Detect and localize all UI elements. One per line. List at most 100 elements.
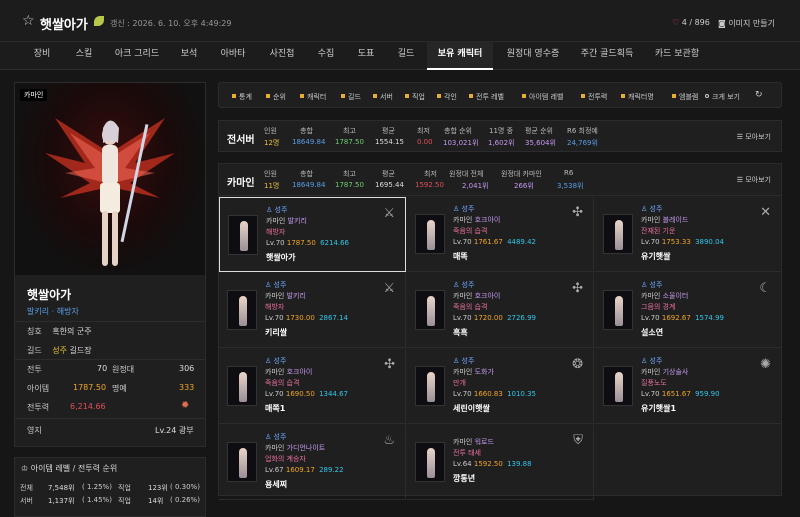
filter-character[interactable]: 캐릭터 — [300, 92, 326, 102]
card-guild-name: 성주 — [273, 433, 287, 441]
card-class: 가디언나이트 — [286, 444, 326, 452]
character-card[interactable]: ♙ 성주 카마인 도화가 만개 Lv.70 1660.83 1010.35 세린이햇쌀 ❂ — [407, 349, 594, 424]
filter-combat-level[interactable]: 전투 레벨 — [469, 92, 504, 102]
updated-timestamp[interactable]: 갱신 : 2026. 6. 10. 오후 4:49:29 — [110, 18, 232, 29]
card-server-class: 카마인 발키리 — [266, 216, 307, 226]
estate-value: Lv.24 광부 — [155, 426, 194, 435]
character-card[interactable]: ♙ 성주 카마인 발키리 해방자 Lv.70 1787.50 6214.66 햇쌀아가 ⚔ — [219, 197, 406, 272]
character-card[interactable]: 카마인 워로드 전투 태세 Lv.64 1592.50 139.88 깡통년 ⛨ — [407, 425, 594, 500]
filter-server[interactable]: 서버 — [373, 92, 393, 102]
person-icon: ♙ — [641, 281, 648, 289]
tab-chart[interactable]: 도표 — [350, 42, 382, 70]
character-thumbnail — [415, 214, 445, 254]
card-item-level: 1787.50 — [286, 239, 316, 247]
stat-max: 1787.50 — [335, 138, 364, 146]
ranking-icon: ♔ — [21, 464, 29, 473]
stat-header: R6 — [564, 169, 574, 177]
tab-avatar[interactable]: 아바타 — [213, 42, 253, 70]
tab-owned-characters[interactable]: 보유 캐릭터 — [427, 42, 493, 70]
filter-rank[interactable]: 순위 — [266, 92, 286, 102]
tab-equipment[interactable]: 장비 — [25, 42, 59, 70]
card-guild: ♙ 성주 — [641, 204, 662, 214]
card-guild-name: 성주 — [649, 357, 663, 365]
collect-view-button[interactable]: ☰ 모아보기 — [737, 132, 771, 142]
stat-header: 원정대 카마인 — [501, 170, 542, 178]
card-server-class: 카마인 호크아이 — [453, 291, 500, 301]
guild-server[interactable]: 성주 — [52, 346, 67, 355]
ranking-row: 전체 7,548위 ( 1.25%) 직업 123위 ( 0.30%) — [20, 483, 200, 493]
filter-character-name[interactable]: 캐릭터명 — [621, 92, 654, 102]
filter-guild[interactable]: 길드 — [341, 92, 361, 102]
character-class: 발키리 · 해방자 — [27, 307, 79, 316]
character-card[interactable]: ♙ 성주 카마인 호크아이 죽음의 습격 Lv.70 1761.67 4489.42 매… — [407, 197, 594, 272]
card-item-level: 1720.00 — [473, 314, 503, 322]
combat-power-icon: ✹ — [181, 400, 190, 411]
character-card[interactable]: ♙ 성주 카마인 호크아이 죽음의 습격 Lv.70 1690.50 1344.67 매… — [219, 349, 406, 424]
filter-large-view[interactable]: 크게 보기 — [705, 92, 740, 102]
character-card[interactable]: ♙ 성주 카마인 블레이드 잔재된 기운 Lv.70 1753.33 3890.04 유… — [595, 197, 782, 272]
collect-view-button[interactable]: ☰ 모아보기 — [737, 175, 771, 185]
souleater-emblem-icon: ☾ — [759, 281, 771, 296]
character-card[interactable]: ♙ 성주 카마인 가디언나이트 업화의 계승자 Lv.67 1609.17 289.2… — [219, 425, 406, 500]
stat-header: 최저 — [424, 170, 437, 178]
ranking-panel: ♔ 아이템 레벨 / 전투력 순위 전체 7,548위 ( 1.25%) 직업 … — [14, 457, 206, 517]
profile-panel: 카마인 햇쌀아가 발키리 · 해방자 칭호 혹한의 군주 길드 성주 길드장 전… — [14, 82, 206, 447]
ranking-title: ♔ 아이템 레벨 / 전투력 순위 — [21, 463, 117, 474]
ranking-row-label: 전체 — [20, 484, 33, 492]
card-levels: Lv.70 1690.50 1344.67 — [265, 390, 348, 398]
card-engraving: 전투 태세 — [453, 449, 481, 457]
card-combat-power: 959.90 — [695, 390, 720, 398]
star-icon[interactable]: ☆ — [22, 13, 35, 29]
tab-expedition-receipt[interactable]: 원정대 영수증 — [500, 42, 566, 70]
card-server-class: 카마인 호크아이 — [453, 215, 500, 225]
stat-avg: 1695.44 — [375, 181, 404, 189]
tab-collection[interactable]: 수집 — [310, 42, 342, 70]
card-item-level: 1609.17 — [285, 466, 315, 474]
card-levels: Lv.70 1651.67 959.90 — [641, 390, 720, 398]
card-character-name: 깡통년 — [453, 474, 476, 483]
likes-count: 4 / 896 — [681, 18, 710, 27]
page-header: ☆ 햇쌀아가 갱신 : 2026. 6. 10. 오후 4:49:29 ♡ 4 … — [0, 0, 800, 42]
item-level-value: 1787.50 — [73, 383, 107, 392]
filter-class[interactable]: 직업 — [405, 92, 425, 102]
collect-view-label: 모아보기 — [745, 176, 771, 184]
character-card[interactable]: ♙ 성주 카마인 소울이터 그믐의 경계 Lv.70 1692.67 1574.99 설… — [595, 273, 782, 348]
tab-guild[interactable]: 길드 — [390, 42, 422, 70]
card-engraving: 죽음의 습격 — [265, 379, 300, 387]
card-combat-power: 139.88 — [507, 460, 532, 468]
stat-header: 총합 — [300, 127, 313, 135]
card-guild-name: 성주 — [461, 357, 475, 365]
character-card[interactable]: ♙ 성주 카마인 기상술사 질풍노도 Lv.70 1651.67 959.90 유기햇쌀… — [595, 349, 782, 424]
likes-counter[interactable]: ♡ 4 / 896 — [672, 18, 710, 27]
card-character-name: 용세찌 — [265, 480, 288, 489]
card-engraving: 질풍노도 — [641, 379, 667, 387]
filter-combat-power[interactable]: 전투력 — [581, 92, 607, 102]
ranking-class-rank: 14위 — [148, 497, 164, 505]
stat-min: 1592.50 — [415, 181, 444, 189]
card-server: 카마인 — [265, 368, 285, 376]
tab-photo-album[interactable]: 사진첩 — [262, 42, 302, 70]
filter-engraving[interactable]: 각인 — [437, 92, 457, 102]
stat-header: 11명 중 — [489, 127, 514, 135]
character-card[interactable]: ♙ 성주 카마인 발키리 해방자 Lv.70 1730.00 2867.14 키리쌀 ⚔ — [219, 273, 406, 348]
title-value: 혹한의 군주 — [52, 327, 92, 336]
tab-ark-grid[interactable]: 아크 그리드 — [109, 42, 165, 70]
make-image-button[interactable]: ◙ 이미지 만들기 — [718, 18, 775, 29]
card-server-class: 카마인 소울이터 — [641, 291, 688, 301]
card-guild-name: 성주 — [649, 281, 663, 289]
server-tag: 카마인 — [20, 89, 48, 101]
card-character-name: 매똑 — [453, 252, 468, 261]
card-class: 발키리 — [286, 292, 306, 300]
filter-stats[interactable]: 통계 — [232, 92, 252, 102]
card-server: 카마인 — [641, 216, 661, 224]
card-guild-name: 성주 — [461, 281, 475, 289]
filter-emblem[interactable]: 엠블렘 — [672, 92, 698, 102]
tab-card-storage[interactable]: 카드 보관함 — [648, 42, 706, 70]
tab-gems[interactable]: 보석 — [172, 42, 206, 70]
filter-item-level[interactable]: 아이템 레벨 — [522, 92, 563, 102]
refresh-icon[interactable]: ↻ — [755, 90, 763, 100]
character-card[interactable]: ♙ 성주 카마인 호크아이 죽음의 습격 Lv.70 1720.00 2726.99 흑… — [407, 273, 594, 348]
character-thumbnail — [603, 366, 633, 406]
tab-skills[interactable]: 스킬 — [67, 42, 101, 70]
tab-weekly-gold[interactable]: 주간 골드획득 — [572, 42, 642, 70]
